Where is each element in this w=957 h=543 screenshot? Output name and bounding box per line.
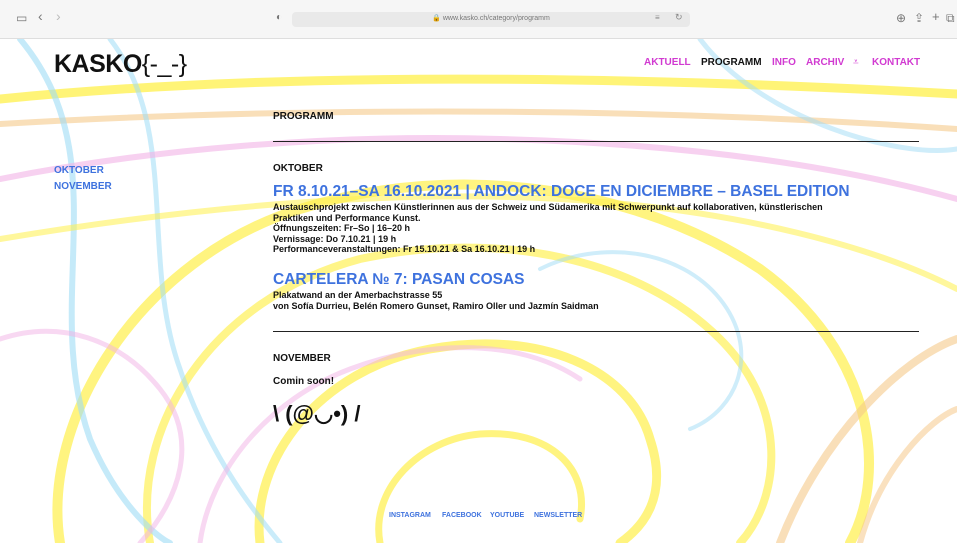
footer-link-instagram[interactable]: INSTAGRAM — [389, 512, 431, 519]
event-line: Plakatwand an der Amerbachstrasse 55 — [273, 290, 443, 300]
download-arrow-icon[interactable]: ⩡ — [853, 57, 859, 68]
site-logo[interactable]: KASKO{-_-} — [54, 50, 187, 79]
event-line: Öffnungszeiten: Fr–So | 16–20 h — [273, 223, 411, 233]
footer-link-newsletter[interactable]: NEWSLETTER — [534, 512, 582, 519]
footer-link-facebook[interactable]: FACEBOOK — [442, 512, 482, 519]
nav-info[interactable]: INFO — [772, 57, 796, 68]
event-title-andock[interactable]: FR 8.10.21–SA 16.10.2021 | ANDOCK: DOCE … — [273, 183, 850, 201]
event-line: von Sofía Durrieu, Belén Romero Gunset, … — [273, 300, 599, 311]
url-text: www.kasko.ch/category/programm — [442, 15, 550, 22]
coming-soon-text: Comin soon! — [273, 376, 335, 387]
new-tab-icon[interactable]: + — [932, 10, 940, 24]
back-icon[interactable]: ‹ — [38, 9, 43, 23]
event-description-andock: Austauschprojekt zwischen Künstlerinnen … — [273, 202, 823, 255]
sidebar-toggle-icon[interactable]: ▭ — [16, 11, 27, 25]
event-line: Praktiken und Performance Kunst. — [273, 212, 421, 223]
reader-icon[interactable]: ≡ — [655, 13, 660, 22]
lock-icon: 🔒 — [432, 15, 441, 22]
nav-programm[interactable]: PROGRAMM — [701, 57, 762, 68]
forward-icon[interactable]: › — [56, 9, 61, 23]
event-line: Austauschprojekt zwischen Künstlerinnen … — [273, 202, 823, 212]
browser-toolbar: ▭ ‹ › ◐ 🔒 www.kasko.ch/category/programm … — [0, 0, 957, 39]
event-description-cartelera: Plakatwand an der Amerbachstrasse 55 von… — [273, 290, 599, 311]
event-line: Vernissage: Do 7.10.21 | 19 h — [273, 233, 397, 244]
event-title-cartelera[interactable]: CARTELERA № 7: PASAN COSAS — [273, 271, 525, 289]
address-bar[interactable]: 🔒 www.kasko.ch/category/programm — [292, 12, 690, 27]
logo-text: KASKO — [54, 50, 142, 78]
sidebar-item-oktober[interactable]: OKTOBER — [54, 165, 104, 176]
nav-kontakt[interactable]: KONTAKT — [872, 57, 920, 68]
logo-emoticon: {-_-} — [141, 50, 187, 78]
webpage: KASKO{-_-} AKTUELL PROGRAMM INFO ARCHIV … — [0, 39, 957, 543]
page-title: PROGRAMM — [273, 111, 334, 122]
emoticon-text: \ (@◡•) / — [273, 401, 361, 426]
sidebar-item-november[interactable]: NOVEMBER — [54, 181, 112, 192]
event-line: Performanceveranstaltungen: Fr 15.10.21 … — [273, 244, 536, 254]
privacy-shield-icon[interactable]: ◐ — [276, 11, 282, 25]
divider — [273, 141, 919, 142]
divider — [273, 331, 919, 332]
section-heading-november: NOVEMBER — [273, 353, 331, 364]
nav-archiv[interactable]: ARCHIV — [806, 57, 844, 68]
nav-aktuell[interactable]: AKTUELL — [644, 57, 691, 68]
download-icon[interactable]: ⊕ — [896, 11, 906, 25]
footer-link-youtube[interactable]: YOUTUBE — [490, 512, 524, 519]
section-heading-oktober: OKTOBER — [273, 163, 323, 174]
share-icon[interactable]: ⇪ — [914, 11, 924, 25]
tab-overview-icon[interactable]: ⧉ — [946, 11, 955, 25]
reload-icon[interactable]: ↻ — [675, 12, 683, 23]
